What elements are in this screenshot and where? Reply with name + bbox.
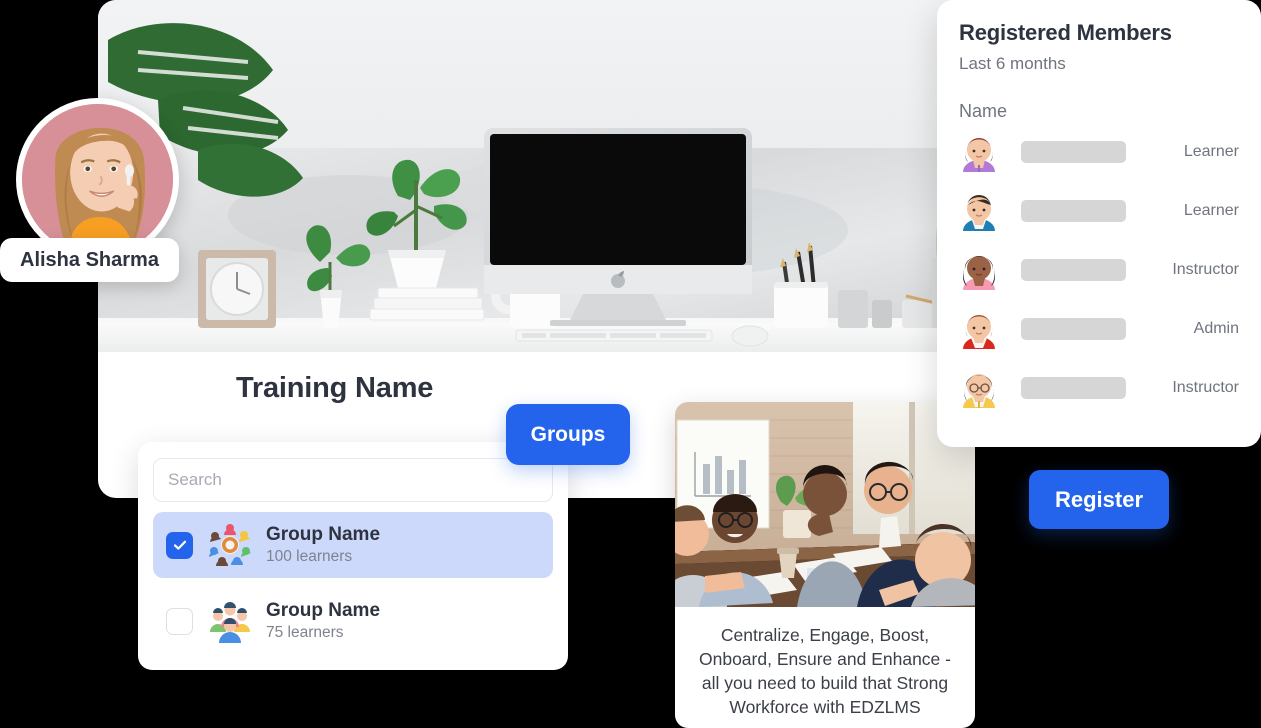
avatar-man-red	[963, 314, 995, 349]
profile-name-badge: Alisha Sharma	[0, 238, 179, 282]
register-button[interactable]: Register	[1029, 470, 1169, 529]
member-role: Learner	[1183, 201, 1239, 219]
groups-dropdown-panel: Group Name 100 learners	[138, 442, 568, 670]
member-role: Learner	[1183, 142, 1239, 160]
avatar-woman-glasses-yellow	[963, 373, 995, 408]
search-input[interactable]	[153, 458, 553, 502]
member-role: Instructor	[1172, 378, 1239, 396]
members-panel-title: Registered Members	[959, 20, 1172, 45]
group-team-icon	[210, 602, 250, 643]
member-name-placeholder	[1021, 258, 1126, 281]
check-icon	[173, 540, 186, 550]
member-row[interactable]: Instructor	[959, 240, 1239, 299]
group-list-item[interactable]: Group Name 100 learners	[153, 512, 553, 578]
member-name-placeholder	[1021, 199, 1126, 222]
member-row[interactable]: Instructor	[959, 358, 1239, 417]
avatar-man-blue	[963, 194, 995, 231]
member-role: Instructor	[1172, 260, 1239, 278]
group-checkbox-unchecked[interactable]	[166, 607, 193, 635]
members-panel-subtitle: Last 6 months	[959, 54, 1066, 73]
groups-button[interactable]: Groups	[506, 404, 630, 465]
member-name-placeholder	[1021, 376, 1126, 399]
page-title: Training Name	[236, 372, 434, 404]
user-photo-avatar	[22, 104, 173, 255]
team-meeting-illustration	[675, 402, 975, 607]
avatar-woman-purple	[963, 137, 995, 172]
member-name-placeholder	[1021, 140, 1126, 163]
group-text-block: Group Name 75 learners	[266, 600, 380, 643]
avatar	[16, 98, 179, 261]
group-circle-icon	[209, 524, 251, 566]
registered-members-panel: Registered Members Last 6 months Name Le…	[937, 0, 1261, 447]
group-learner-count: 75 learners	[266, 624, 344, 642]
promo-card: Centralize, Engage, Boost, Onboard, Ensu…	[675, 402, 975, 728]
group-learner-count: 100 learners	[266, 548, 353, 566]
desk-workspace-photo	[98, 0, 970, 352]
member-name-placeholder	[1021, 317, 1126, 340]
member-role: Admin	[1193, 319, 1239, 337]
member-row[interactable]: Admin	[959, 299, 1239, 358]
group-text-block: Group Name 100 learners	[266, 524, 380, 567]
profile-name: Alisha Sharma	[20, 248, 159, 271]
member-row[interactable]: Learner	[959, 122, 1239, 181]
member-row[interactable]: Learner	[959, 181, 1239, 240]
team-meeting-photo	[675, 402, 975, 607]
groups-button-label: Groups	[530, 422, 606, 446]
members-column-header: Name	[959, 101, 1008, 121]
hero-workspace-image	[98, 0, 970, 352]
screenshot-root: Training Name Search Group Name 100 lear…	[0, 0, 1261, 728]
promo-caption: Centralize, Engage, Boost, Onboard, Ensu…	[699, 625, 951, 717]
group-name: Group Name	[266, 599, 381, 621]
group-list-item[interactable]: Group Name 75 learners	[153, 588, 553, 654]
register-button-label: Register	[1054, 486, 1144, 512]
group-name: Group Name	[266, 523, 381, 545]
avatar-woman-pink	[963, 255, 995, 290]
group-checkbox-checked[interactable]	[166, 531, 193, 559]
